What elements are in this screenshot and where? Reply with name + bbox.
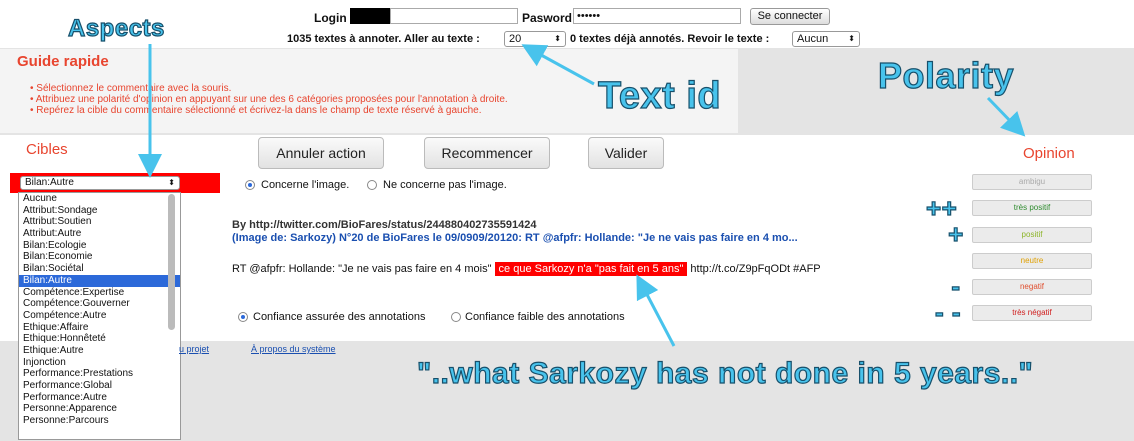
text-id-arrow [521,44,595,86]
polarity-arrow [986,96,1026,137]
quote-arrow [636,274,676,347]
annotation-arrows [138,44,1026,347]
